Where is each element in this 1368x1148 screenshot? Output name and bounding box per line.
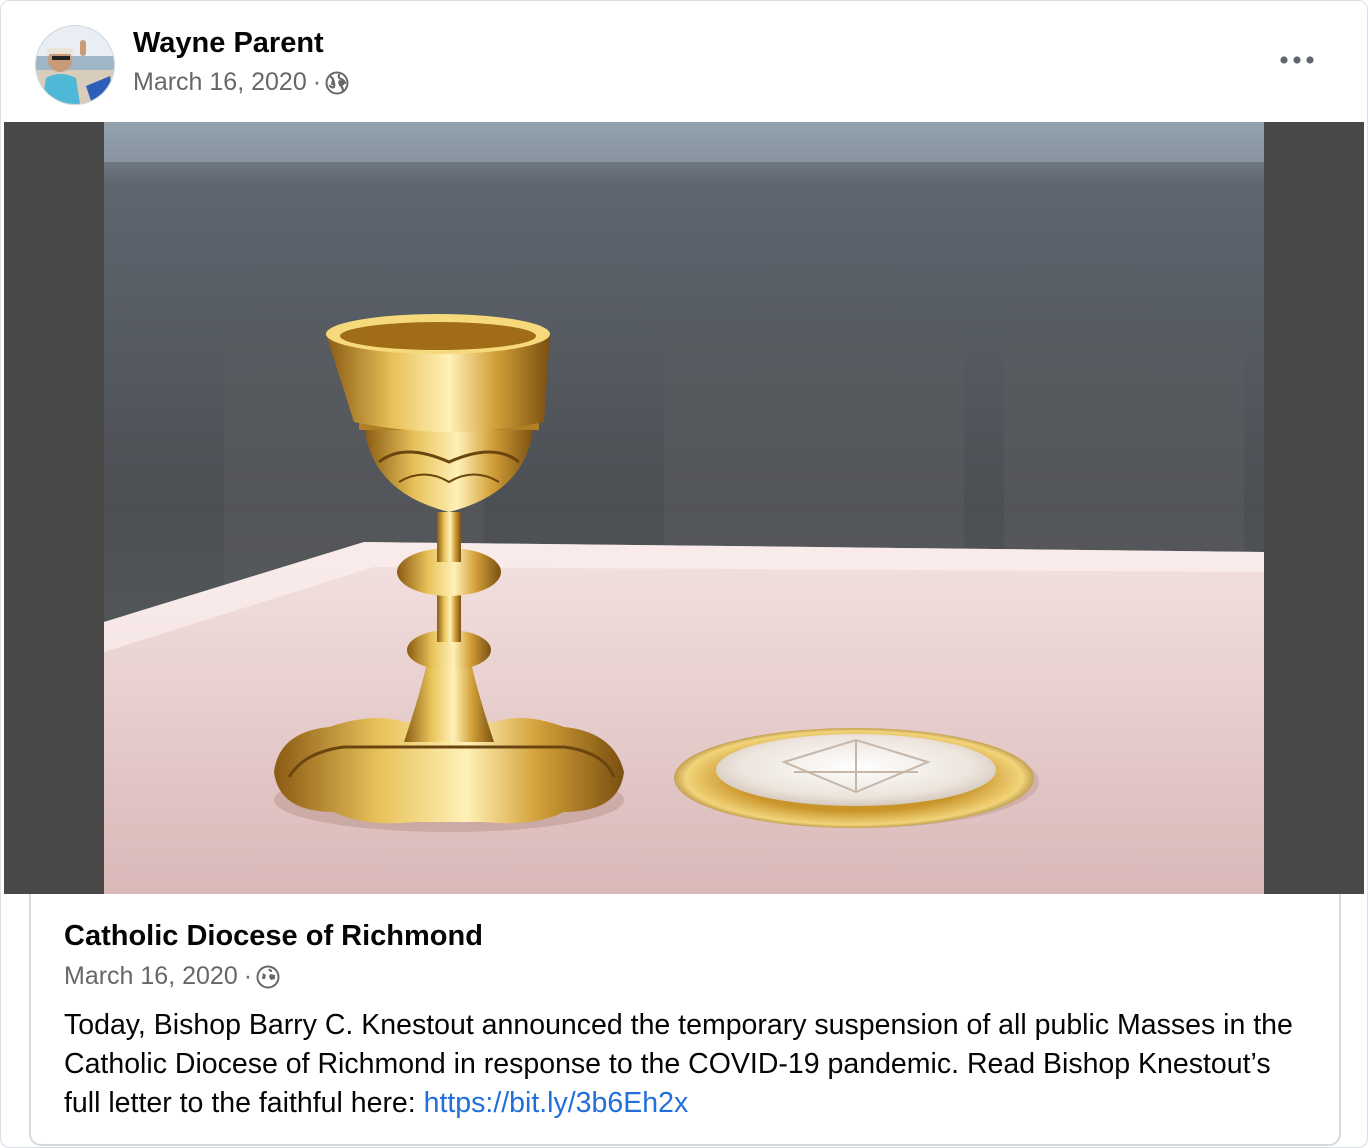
globe-icon[interactable] — [325, 71, 349, 95]
facebook-post: Wayne Parent March 16, 2020 · Catholic D… — [0, 0, 1368, 1148]
more-options-icon — [1280, 56, 1314, 64]
shared-post-card[interactable]: Catholic Diocese of Richmond March 16, 2… — [29, 894, 1341, 1146]
shared-meta: March 16, 2020 · — [64, 962, 280, 991]
post-meta: March 16, 2020 · — [133, 68, 349, 97]
shared-post-text: Today, Bishop Barry C. Knestout announce… — [64, 1006, 1314, 1123]
post-date[interactable]: March 16, 2020 — [133, 68, 307, 97]
post-media[interactable] — [4, 122, 1364, 894]
shared-meta-separator: · — [243, 962, 253, 990]
author-name[interactable]: Wayne Parent — [133, 27, 324, 60]
shared-page-name[interactable]: Catholic Diocese of Richmond — [64, 920, 483, 953]
author-avatar[interactable] — [35, 25, 115, 105]
more-options-button[interactable] — [1277, 45, 1317, 75]
globe-icon[interactable] — [256, 965, 280, 989]
meta-separator: · — [312, 68, 322, 96]
shared-post-link[interactable]: https://bit.ly/3b6Eh2x — [424, 1087, 689, 1119]
post-header: Wayne Parent March 16, 2020 · — [1, 1, 1367, 121]
avatar-image — [36, 26, 114, 104]
shared-date[interactable]: March 16, 2020 — [64, 962, 238, 991]
chalice-photo[interactable] — [104, 122, 1264, 894]
